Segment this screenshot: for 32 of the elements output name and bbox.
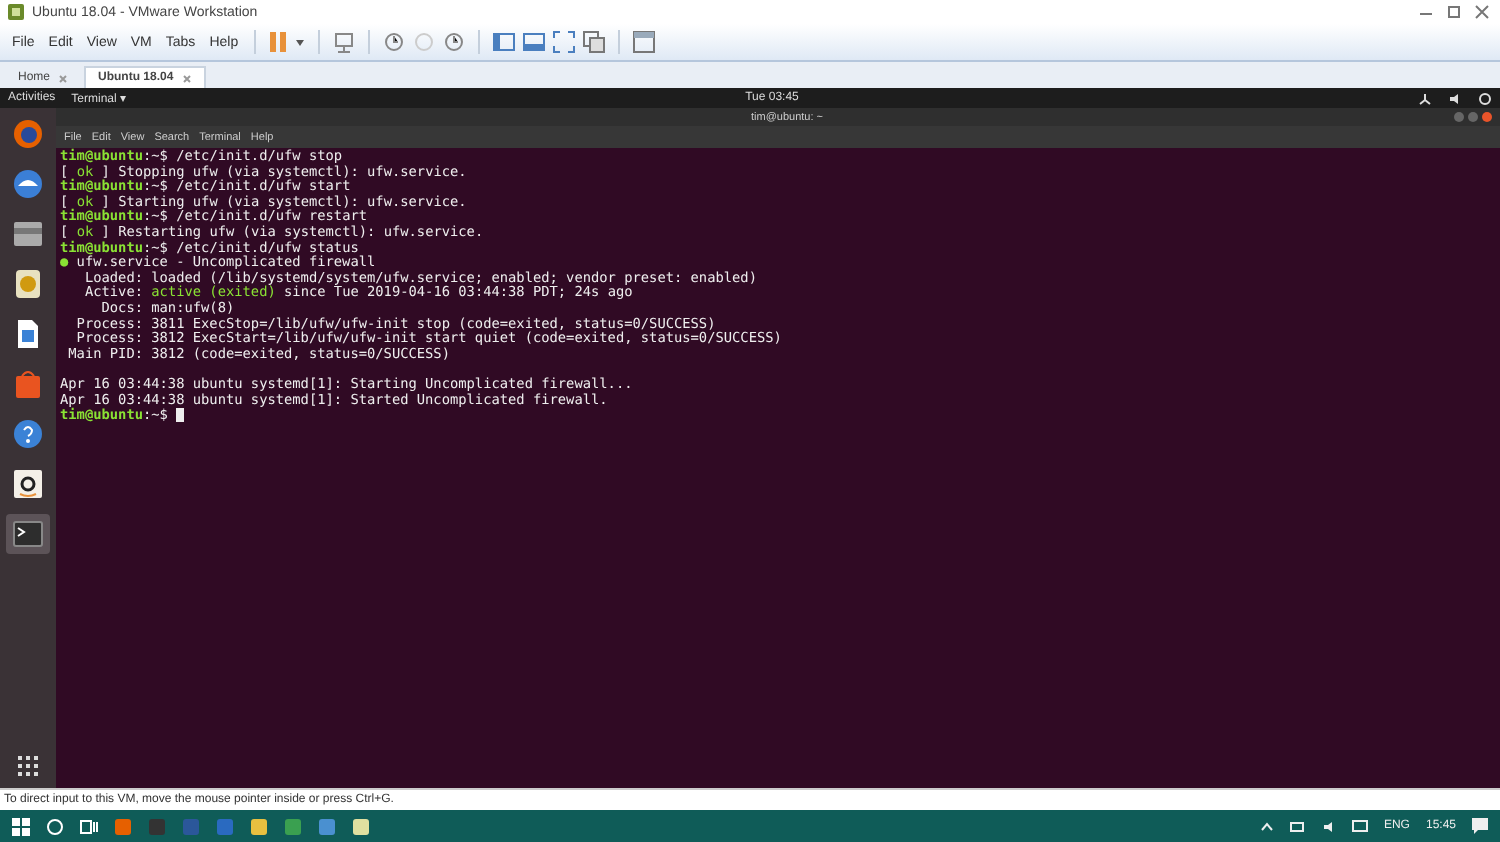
close-icon[interactable] bbox=[58, 73, 69, 83]
sidebar-icon[interactable] bbox=[492, 30, 517, 54]
files-icon bbox=[12, 218, 44, 250]
help-icon bbox=[12, 418, 44, 450]
notification-icon[interactable] bbox=[1472, 818, 1488, 834]
browser-icon bbox=[12, 118, 44, 150]
mail-icon bbox=[12, 168, 44, 200]
search-icon[interactable] bbox=[46, 817, 64, 835]
fullscreen-icon[interactable] bbox=[552, 30, 577, 54]
app-grid-icon[interactable] bbox=[15, 754, 41, 780]
monitor-icon[interactable] bbox=[1351, 819, 1368, 833]
console-icon[interactable] bbox=[522, 30, 547, 54]
volume-icon[interactable] bbox=[1321, 819, 1336, 833]
music-icon bbox=[12, 268, 44, 300]
snapshot-icon[interactable] bbox=[382, 30, 407, 54]
windows-icon[interactable] bbox=[12, 817, 30, 835]
app-icon bbox=[8, 4, 24, 20]
terminal-icon bbox=[12, 518, 44, 550]
unity-icon[interactable] bbox=[582, 30, 607, 54]
shopping-bag-icon bbox=[12, 368, 44, 400]
close-icon[interactable] bbox=[181, 73, 192, 83]
view-icon[interactable] bbox=[632, 30, 657, 54]
document-icon bbox=[12, 318, 44, 350]
maximize-button[interactable] bbox=[1468, 112, 1478, 122]
restore-icon[interactable] bbox=[1444, 4, 1464, 20]
close-icon[interactable] bbox=[1472, 4, 1492, 20]
close-button[interactable] bbox=[1482, 112, 1492, 122]
minimize-button[interactable] bbox=[1454, 112, 1464, 122]
snapshot-icon[interactable] bbox=[442, 30, 467, 54]
task-view-icon[interactable] bbox=[80, 817, 98, 835]
power-icon[interactable] bbox=[1478, 91, 1492, 105]
chevron-up-icon[interactable] bbox=[1259, 819, 1274, 833]
